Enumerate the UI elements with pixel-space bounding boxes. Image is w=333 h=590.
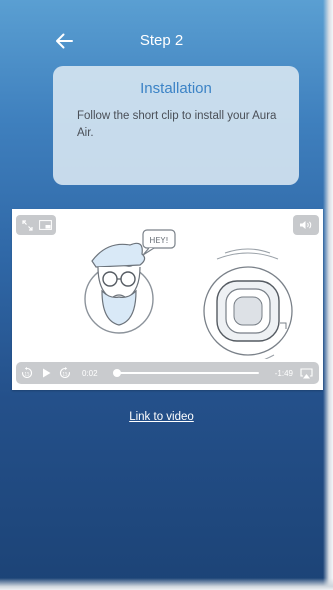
speech-bubble-text: HEY! <box>149 236 168 245</box>
installation-illustration: HEY! <box>84 229 293 359</box>
rewind-15-icon: 15 <box>22 367 33 379</box>
svg-text:15: 15 <box>62 371 68 376</box>
seek-bar[interactable] <box>112 369 259 377</box>
video-controls: 15 15 0:02 -1:49 <box>16 362 319 384</box>
device-frame-edge <box>323 0 333 590</box>
svg-text:15: 15 <box>24 371 30 376</box>
forward-15-button[interactable]: 15 <box>54 362 76 384</box>
aura-air-device <box>203 248 293 359</box>
rewind-15-button[interactable]: 15 <box>16 362 38 384</box>
card-title: Installation <box>140 80 212 97</box>
current-time: 0:02 <box>82 368 98 378</box>
app-screen: Step 2 Installation Follow the short cli… <box>0 0 333 590</box>
play-button[interactable] <box>38 362 54 384</box>
character-illustration <box>84 242 154 334</box>
video-link[interactable]: Link to video <box>0 411 323 423</box>
play-icon <box>42 368 50 378</box>
speech-bubble: HEY! <box>142 229 176 256</box>
video-player[interactable]: HEY! 15 15 0:02 -1:49 <box>12 209 323 390</box>
instruction-card: Installation Follow the short clip to in… <box>53 66 299 185</box>
forward-15-icon: 15 <box>59 367 70 379</box>
airplay-icon <box>299 367 313 378</box>
page-title: Step 2 <box>139 32 184 49</box>
airplay-button[interactable] <box>293 362 319 384</box>
seek-knob[interactable] <box>112 369 121 377</box>
device-frame-bottom <box>0 578 333 590</box>
remaining-time: -1:49 <box>274 368 293 378</box>
header: Step 2 <box>0 24 323 58</box>
card-description: Follow the short clip to install your Au… <box>77 110 277 139</box>
